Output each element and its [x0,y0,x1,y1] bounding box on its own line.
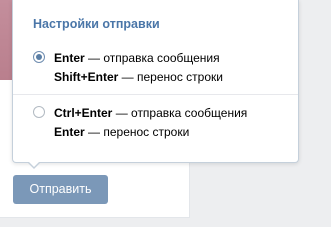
option-line: Enter — перенос строки [54,125,189,139]
shortcut-key: Enter [54,51,85,65]
send-settings-popup: Настройки отправки Enter — отправка сооб… [12,0,299,163]
shortcut-description: — перенос строки [118,70,223,84]
popup-title: Настройки отправки [33,17,160,31]
send-button[interactable]: Отправить [13,175,108,204]
radio-icon-unchecked[interactable] [33,106,45,118]
shortcut-key: Enter [54,125,85,139]
attachment-thumbnail [0,0,12,80]
popup-arrow [27,161,41,169]
option-line: Shift+Enter — перенос строки [54,70,223,84]
shortcut-description: — перенос строки [84,125,190,139]
shortcut-description: — отправка сообщения [112,106,248,120]
option-line: Ctrl+Enter — отправка сообщения [54,106,247,120]
shortcut-key: Shift+Enter [54,70,119,84]
option-line: Enter — отправка сообщения [54,51,220,65]
shortcut-description: — отправка сообщения [84,51,220,65]
divider [13,94,298,95]
radio-icon-checked[interactable] [33,51,45,63]
shortcut-key: Ctrl+Enter [54,106,113,120]
page-background-bottom [0,218,331,227]
